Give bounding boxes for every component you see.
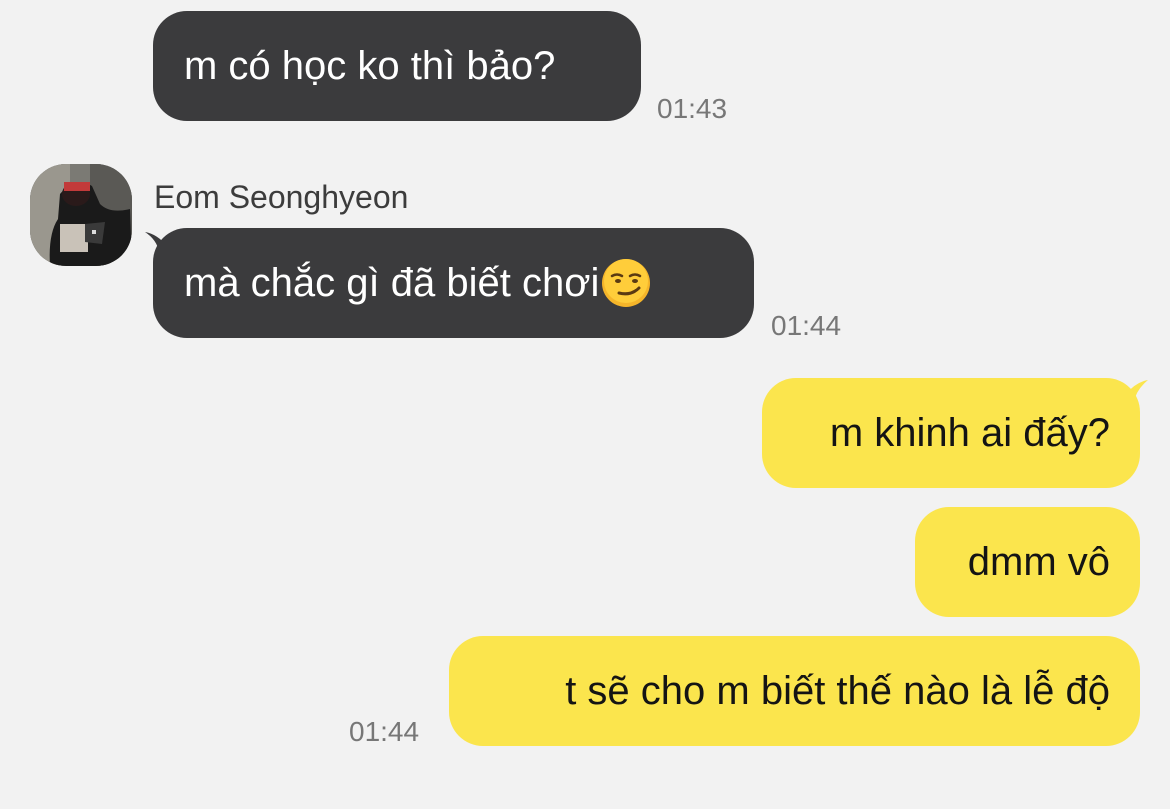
smirking-face-icon xyxy=(602,259,651,307)
message-text: t sẽ cho m biết thế nào là lễ độ xyxy=(565,668,1110,713)
avatar-photo-icon xyxy=(30,164,132,266)
sender-name: Eom Seonghyeon xyxy=(154,179,409,215)
sent-message-bubble[interactable]: m khinh ai đấy? xyxy=(762,378,1140,488)
message-text: m khinh ai đấy? xyxy=(829,410,1110,455)
received-message-bubble[interactable]: mà chắc gì đã biết chơi xyxy=(153,228,754,338)
sender-avatar[interactable] xyxy=(30,164,132,266)
message-text: dmm vô xyxy=(967,539,1110,584)
message-text: mà chắc gì đã biết chơi xyxy=(184,260,600,305)
received-message-bubble[interactable]: m có học ko thì bảo? xyxy=(153,11,641,121)
message-timestamp: 01:44 xyxy=(771,310,842,341)
message-timestamp: 01:44 xyxy=(349,716,420,747)
sent-message-bubble[interactable]: dmm vô xyxy=(915,507,1140,617)
message-text: m có học ko thì bảo? xyxy=(184,43,556,88)
message-timestamp: 01:43 xyxy=(657,93,728,124)
sent-message-bubble[interactable]: t sẽ cho m biết thế nào là lễ độ xyxy=(449,636,1140,746)
